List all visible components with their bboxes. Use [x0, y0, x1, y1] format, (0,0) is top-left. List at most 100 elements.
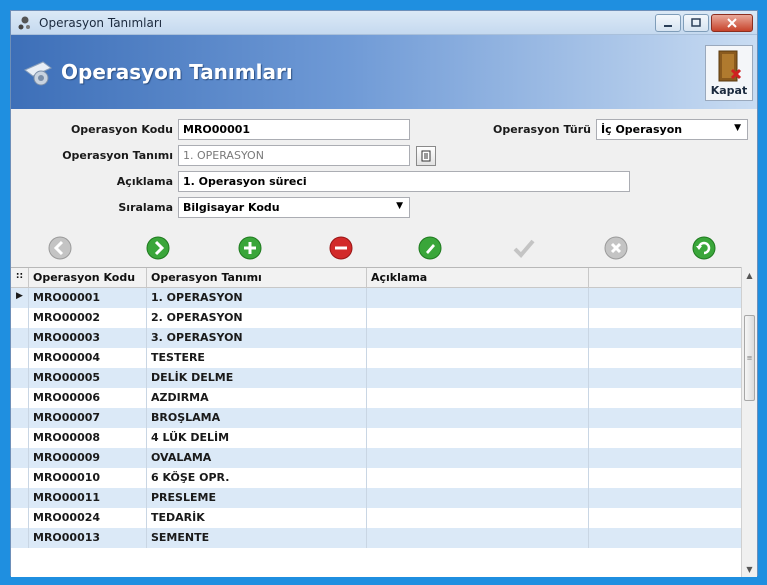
cell-tanim: 4 LÜK DELİM: [147, 428, 367, 448]
kapat-button[interactable]: Kapat: [705, 45, 753, 101]
cell-tanim: DELİK DELME: [147, 368, 367, 388]
add-icon[interactable]: [237, 235, 263, 261]
cell-aciklama: [367, 468, 589, 488]
table-row[interactable]: MRO00002 2. OPERASYON: [11, 308, 745, 328]
aciklama-input[interactable]: 1. Operasyon süreci: [178, 171, 630, 192]
scroll-down-icon[interactable]: ▼: [742, 561, 757, 577]
document-icon: [421, 150, 431, 162]
cell-aciklama: [367, 308, 589, 328]
cell-kod: MRO00011: [29, 488, 147, 508]
window-title: Operasyon Tanımları: [39, 15, 163, 30]
table-row[interactable]: MRO00008 4 LÜK DELİM: [11, 428, 745, 448]
scroll-thumb[interactable]: ≡: [744, 315, 755, 401]
action-toolbar: [11, 229, 757, 265]
column-header-tanim[interactable]: Operasyon Tanımı: [147, 268, 367, 287]
cell-tanim: 1. OPERASYON: [147, 288, 367, 308]
minimize-icon: [664, 25, 672, 27]
operasyon-turu-value: İç Operasyon: [601, 123, 683, 136]
cell-tanim: OVALAMA: [147, 448, 367, 468]
table-row[interactable]: MRO00011 PRESLEME: [11, 488, 745, 508]
siralama-select[interactable]: Bilgisayar Kodu ▼: [178, 197, 410, 218]
siralama-value: Bilgisayar Kodu: [183, 201, 280, 214]
chevron-down-icon: ▼: [396, 201, 403, 211]
cell-tanim: BROŞLAMA: [147, 408, 367, 428]
table-row[interactable]: ▶ MRO00001 1. OPERASYON: [11, 288, 745, 308]
operations-icon: [24, 61, 52, 86]
refresh-icon[interactable]: [691, 235, 717, 261]
cell-aciklama: [367, 328, 589, 348]
operasyon-tanimi-input[interactable]: 1. OPERASYON: [178, 145, 410, 166]
operasyon-kodu-label: Operasyon Kodu: [70, 123, 173, 136]
table-row[interactable]: MRO00010 6 KÖŞE OPR.: [11, 468, 745, 488]
operasyon-turu-label: Operasyon Türü: [492, 123, 591, 136]
operations-grid: :: Operasyon Kodu Operasyon Tanımı Açıkl…: [11, 267, 745, 577]
app-icon: [18, 16, 30, 29]
cell-aciklama: [367, 408, 589, 428]
column-header-aciklama[interactable]: Açıklama: [367, 268, 589, 287]
cell-aciklama: [367, 388, 589, 408]
operasyon-turu-select[interactable]: İç Operasyon ▼: [596, 119, 748, 140]
save-check-icon[interactable]: [511, 235, 537, 261]
cell-tanim: TESTERE: [147, 348, 367, 368]
grid-header: :: Operasyon Kodu Operasyon Tanımı Açıkl…: [11, 268, 745, 288]
table-row[interactable]: MRO00007 BROŞLAMA: [11, 408, 745, 428]
cell-aciklama: [367, 428, 589, 448]
current-row-indicator-icon: ▶: [11, 288, 29, 308]
cell-tanim: PRESLEME: [147, 488, 367, 508]
cell-aciklama: [367, 348, 589, 368]
cell-kod: MRO00004: [29, 348, 147, 368]
window-controls: [655, 14, 753, 32]
cell-aciklama: [367, 288, 589, 308]
cell-kod: MRO00003: [29, 328, 147, 348]
table-row[interactable]: MRO00024 TEDARİK: [11, 508, 745, 528]
cell-kod: MRO00005: [29, 368, 147, 388]
table-row[interactable]: MRO00009 OVALAMA: [11, 448, 745, 468]
table-row[interactable]: MRO00006 AZDIRMA: [11, 388, 745, 408]
prev-icon[interactable]: [47, 235, 73, 261]
kapat-label: Kapat: [710, 84, 748, 97]
siralama-label: Sıralama: [118, 201, 173, 214]
main-window: Operasyon Tanımları Operasyon Tanımları: [10, 10, 758, 577]
cell-tanim: TEDARİK: [147, 508, 367, 528]
cell-kod: MRO00008: [29, 428, 147, 448]
table-row[interactable]: MRO00003 3. OPERASYON: [11, 328, 745, 348]
title-bar: Operasyon Tanımları: [11, 11, 757, 35]
edit-icon[interactable]: [417, 235, 443, 261]
aciklama-label: Açıklama: [116, 175, 173, 188]
cell-aciklama: [367, 368, 589, 388]
cell-tanim: AZDIRMA: [147, 388, 367, 408]
close-window-button[interactable]: [711, 14, 753, 32]
cell-aciklama: [367, 448, 589, 468]
table-row[interactable]: MRO00004 TESTERE: [11, 348, 745, 368]
cell-kod: MRO00024: [29, 508, 147, 528]
cell-kod: MRO00010: [29, 468, 147, 488]
maximize-button[interactable]: [683, 14, 709, 32]
minimize-button[interactable]: [655, 14, 681, 32]
filter-form: Operasyon Kodu MRO00001 Operasyon Tanımı…: [11, 109, 757, 229]
cell-kod: MRO00002: [29, 308, 147, 328]
vertical-scrollbar[interactable]: ▲ ≡ ▼: [741, 267, 757, 577]
cell-tanim: 3. OPERASYON: [147, 328, 367, 348]
next-icon[interactable]: [145, 235, 171, 261]
operasyon-tanimi-label: Operasyon Tanımı: [62, 149, 173, 162]
close-icon: [727, 18, 737, 28]
cell-tanim: SEMENTE: [147, 528, 367, 548]
row-indicator-header: ::: [11, 268, 29, 287]
cell-kod: MRO00009: [29, 448, 147, 468]
cell-kod: MRO00006: [29, 388, 147, 408]
grid-body: ▶ MRO00001 1. OPERASYON MRO00002 2. OPER…: [11, 288, 745, 548]
table-row[interactable]: MRO00005 DELİK DELME: [11, 368, 745, 388]
scroll-up-icon[interactable]: ▲: [742, 267, 757, 283]
cancel-icon[interactable]: [603, 235, 629, 261]
table-row[interactable]: MRO00013 SEMENTE: [11, 528, 745, 548]
delete-icon[interactable]: [328, 235, 354, 261]
cell-tanim: 2. OPERASYON: [147, 308, 367, 328]
cell-aciklama: [367, 508, 589, 528]
operasyon-kodu-input[interactable]: MRO00001: [178, 119, 410, 140]
cell-kod: MRO00013: [29, 528, 147, 548]
cell-kod: MRO00007: [29, 408, 147, 428]
column-header-kod[interactable]: Operasyon Kodu: [29, 268, 147, 287]
page-title: Operasyon Tanımları: [61, 60, 293, 84]
document-button[interactable]: [416, 146, 436, 166]
maximize-icon: [691, 18, 701, 27]
